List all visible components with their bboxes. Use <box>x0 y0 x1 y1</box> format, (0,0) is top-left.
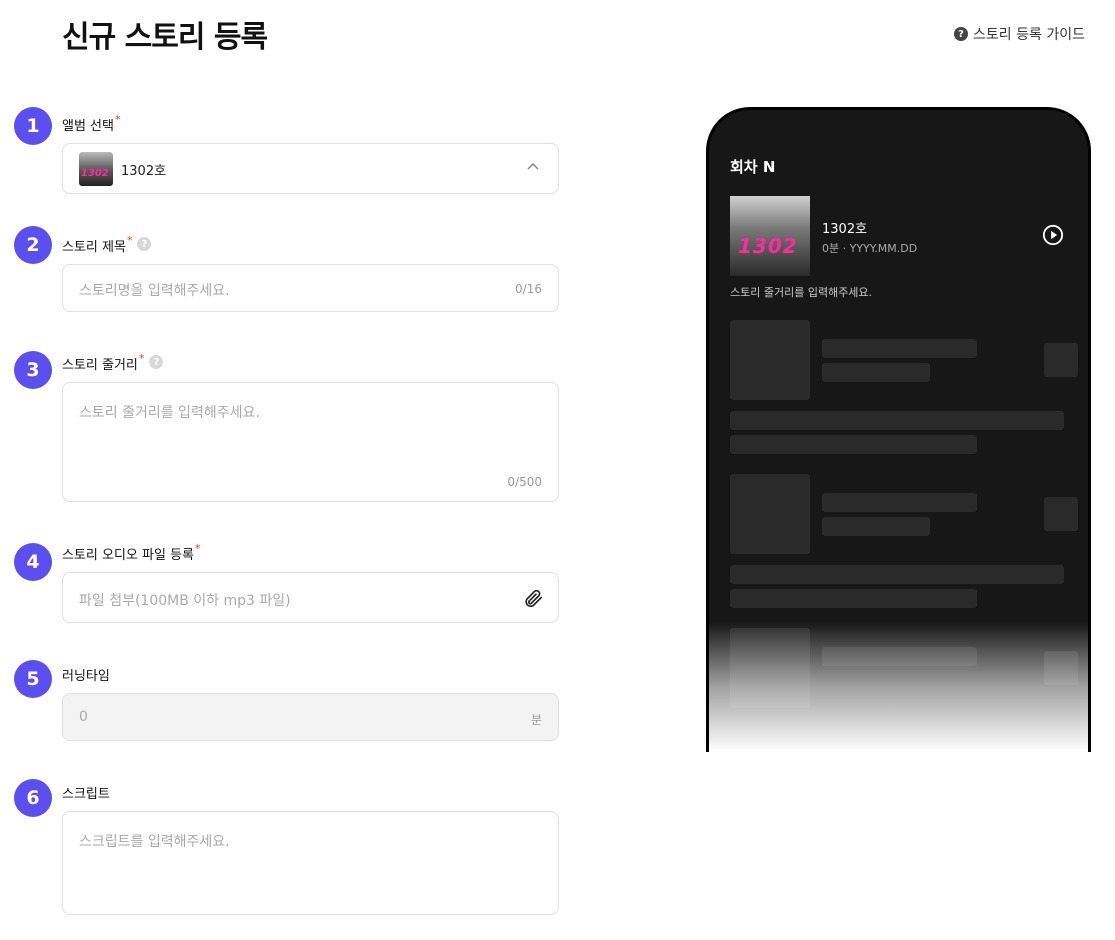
story-summary-char-count: 0/500 <box>507 475 542 489</box>
skeleton-line <box>822 363 930 382</box>
story-title-label-text: 스토리 제목 <box>62 240 126 255</box>
preview-episode-meta: 0분 · YYYY.MM.DD <box>822 242 918 255</box>
audio-file-label-text: 스토리 오디오 파일 등록 <box>62 548 194 563</box>
story-guide-label: 스토리 등록 가이드 <box>973 27 1085 43</box>
album-select[interactable]: 1302 1302호 <box>62 143 559 194</box>
runtime-label-text: 러닝타임 <box>62 669 110 684</box>
skeleton-icon <box>1044 343 1078 377</box>
story-summary-label: 스토리 줄거리 * ? <box>62 352 164 373</box>
preview-episode-name: 1302호 <box>822 222 868 237</box>
chevron-up-icon[interactable] <box>526 160 540 174</box>
skeleton-cover <box>730 474 810 554</box>
story-guide-link[interactable]: ? 스토리 등록 가이드 <box>954 24 1085 44</box>
audio-file-placeholder: 파일 첨부(100MB 이하 mp3 파일) <box>79 593 291 609</box>
required-mark: * <box>126 234 133 247</box>
step-1-badge: 1 <box>14 107 52 145</box>
skeleton-line <box>730 435 977 454</box>
skeleton-line <box>822 339 977 358</box>
skeleton-line <box>822 517 930 536</box>
required-mark: * <box>138 352 145 365</box>
audio-file-input[interactable]: 파일 첨부(100MB 이하 mp3 파일) <box>62 572 559 623</box>
preview-fade-overlay <box>709 622 1088 752</box>
preview-description: 스토리 줄거리를 입력해주세요. <box>730 286 873 299</box>
question-circle-icon: ? <box>954 27 969 41</box>
page-title: 신규 스토리 등록 <box>62 20 268 55</box>
skeleton-line <box>822 493 977 512</box>
skeleton-icon <box>1044 497 1078 531</box>
story-title-char-count: 0/16 <box>515 282 542 296</box>
script-textarea[interactable]: 스크립트를 입력해주세요. <box>62 811 559 915</box>
story-summary-placeholder: 스토리 줄거리를 입력해주세요. <box>79 405 260 421</box>
runtime-label: 러닝타임 <box>62 665 110 684</box>
question-circle-icon[interactable]: ? <box>137 237 152 251</box>
preview-cover-text: 1302 <box>738 234 798 258</box>
story-title-placeholder: 스토리명을 입력해주세요. <box>79 283 230 299</box>
step-2-badge: 2 <box>14 226 52 264</box>
audio-file-label: 스토리 오디오 파일 등록 * <box>62 542 201 563</box>
skeleton-cover <box>730 320 810 400</box>
step-4-badge: 4 <box>14 543 52 581</box>
preview-header: 회차 N <box>730 158 776 176</box>
preview-episode-cover: 1302 <box>730 196 810 276</box>
skeleton-line <box>730 411 1064 430</box>
album-cover-text: 1302 <box>81 168 109 179</box>
step-6-badge: 6 <box>14 779 52 817</box>
mobile-preview-screen: 회차 N 1302 1302호 0분 · YYYY.MM.DD 스토리 줄거리를… <box>709 110 1088 752</box>
album-selected-value: 1302호 <box>121 164 167 179</box>
step-3-badge: 3 <box>14 351 52 389</box>
runtime-input: 0 분 <box>62 693 559 741</box>
script-label-text: 스크립트 <box>62 787 110 802</box>
skeleton-line <box>730 565 1064 584</box>
runtime-unit: 분 <box>530 713 542 727</box>
album-label: 앨범 선택 * <box>62 113 121 134</box>
story-title-input[interactable]: 스토리명을 입력해주세요. 0/16 <box>62 264 559 312</box>
album-cover-thumbnail: 1302 <box>79 152 113 186</box>
paperclip-icon[interactable] <box>522 587 544 609</box>
story-title-label: 스토리 제목 * ? <box>62 234 152 255</box>
required-mark: * <box>195 542 201 555</box>
script-label: 스크립트 <box>62 783 110 802</box>
story-summary-textarea[interactable]: 스토리 줄거리를 입력해주세요. 0/500 <box>62 382 559 502</box>
skeleton-line <box>730 589 977 608</box>
mobile-preview: 회차 N 1302 1302호 0분 · YYYY.MM.DD 스토리 줄거리를… <box>706 107 1091 752</box>
runtime-value: 0 <box>79 709 88 725</box>
step-5-badge: 5 <box>14 660 52 698</box>
script-placeholder: 스크립트를 입력해주세요. <box>79 834 230 850</box>
album-label-text: 앨범 선택 <box>62 119 114 134</box>
required-mark: * <box>114 113 121 126</box>
story-summary-label-text: 스토리 줄거리 <box>62 358 138 373</box>
question-circle-icon[interactable]: ? <box>149 355 164 369</box>
play-circle-icon[interactable] <box>1042 224 1064 246</box>
